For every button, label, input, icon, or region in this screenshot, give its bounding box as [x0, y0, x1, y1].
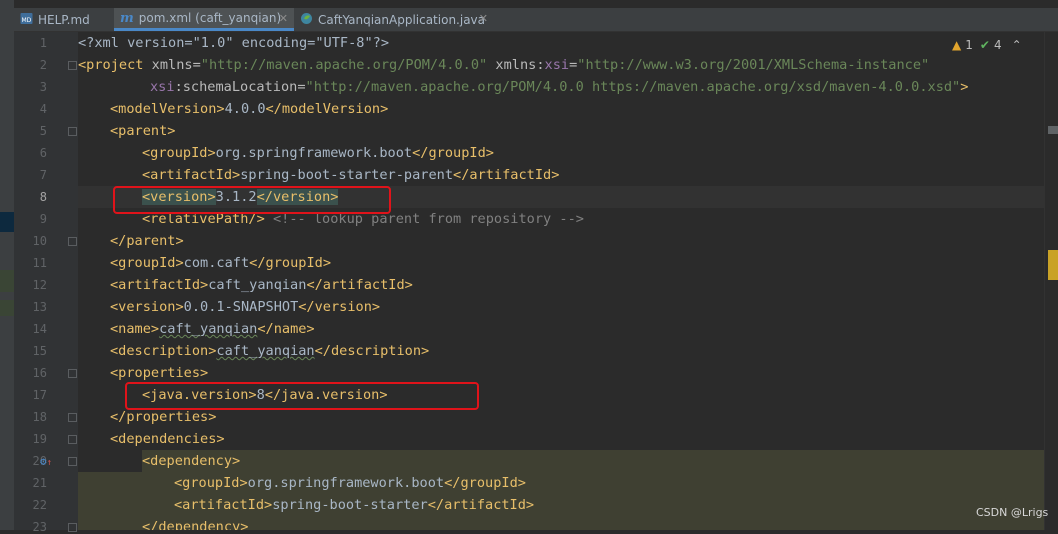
- line-number: 1: [39, 36, 47, 50]
- code-line: <modelVersion>4.0.0</modelVersion>: [110, 101, 389, 117]
- spring-class-icon: [300, 12, 313, 28]
- code-line: <version>0.0.1-SNAPSHOT</version>: [110, 299, 381, 315]
- line-number: 13: [32, 300, 47, 314]
- override-gutter-icon[interactable]: ⚙↑: [40, 455, 52, 468]
- project-panel-edge: [0, 0, 14, 530]
- line-number: 7: [39, 168, 47, 182]
- fold-marker-icon[interactable]: [68, 61, 77, 70]
- code-line: <name>caft_yanqian</name>: [110, 321, 315, 337]
- line-number: 9: [39, 212, 47, 226]
- fold-marker-icon[interactable]: [68, 237, 77, 246]
- line-number: 14: [32, 322, 47, 336]
- code-line: <artifactId>spring-boot-starter-parent</…: [142, 167, 560, 183]
- warning-icon: ▲: [952, 38, 962, 52]
- line-number: 10: [32, 234, 47, 248]
- line-number: 11: [32, 256, 47, 270]
- editor-tab-bar: MD HELP.md m pom.xml (caft_yanqian) ✕ Ca…: [14, 8, 1058, 32]
- code-line: </dependency>: [142, 519, 249, 530]
- line-number: 8: [39, 190, 47, 204]
- chevron-up-icon[interactable]: ⌃: [1012, 38, 1022, 52]
- tab-label: CaftYanqianApplication.java: [318, 12, 486, 27]
- line-number: 21: [32, 476, 47, 490]
- line-number: 16: [32, 366, 47, 380]
- tab-caft-yanqian-application[interactable]: CaftYanqianApplication.java ✕: [294, 8, 494, 31]
- close-icon[interactable]: ✕: [279, 12, 288, 25]
- close-icon[interactable]: ✕: [479, 12, 488, 25]
- code-line: <groupId>com.caft</groupId>: [110, 255, 331, 271]
- markdown-file-icon: MD: [20, 12, 33, 28]
- fold-marker-icon[interactable]: [68, 413, 77, 422]
- inspection-widget[interactable]: ▲ 1 ✔ 4 ⌃: [952, 38, 1022, 52]
- scrollbar-thumb[interactable]: [1048, 250, 1058, 280]
- fold-marker-icon[interactable]: [68, 523, 77, 532]
- project-panel-selection: [0, 212, 14, 232]
- tab-label: HELP.md: [38, 12, 90, 27]
- project-panel-row: [0, 300, 14, 316]
- check-icon: ✔: [979, 38, 990, 52]
- line-number: 5: [39, 124, 47, 138]
- code-line: <dependencies>: [110, 431, 225, 447]
- code-line: </parent>: [110, 233, 184, 249]
- code-line: <artifactId>caft_yanqian</artifactId>: [110, 277, 413, 293]
- line-number: 22: [32, 498, 47, 512]
- line-number: 12: [32, 278, 47, 292]
- scrollbar-mark: [1048, 126, 1058, 134]
- warning-count: 1: [965, 38, 973, 52]
- code-line: <properties>: [110, 365, 209, 381]
- maven-m-icon: m: [120, 10, 134, 26]
- tab-help-md[interactable]: MD HELP.md: [14, 8, 114, 31]
- line-number: 2: [39, 58, 47, 72]
- code-line: <description>caft_yanqian</description>: [110, 343, 430, 359]
- fold-marker-icon[interactable]: [68, 369, 77, 378]
- check-count: 4: [993, 38, 1002, 52]
- svg-text:MD: MD: [22, 17, 32, 24]
- line-number: 19: [32, 432, 47, 446]
- project-panel-row: [0, 270, 14, 292]
- fold-marker-icon[interactable]: [68, 435, 77, 444]
- code-line: <parent>: [110, 123, 176, 139]
- tab-pom-xml[interactable]: m pom.xml (caft_yanqian) ✕: [114, 8, 294, 31]
- code-line: <groupId>org.springframework.boot</group…: [142, 145, 494, 161]
- line-number: 18: [32, 410, 47, 424]
- annotation-box-version: [113, 186, 391, 214]
- line-number: 4: [39, 102, 47, 116]
- code-line: <artifactId>spring-boot-starter</artifac…: [174, 497, 535, 513]
- editor-scrollbar[interactable]: [1044, 32, 1058, 530]
- code-line: <dependency>: [142, 453, 241, 469]
- line-number: 3: [39, 80, 47, 94]
- code-line: <project xmlns="http://maven.apache.org/…: [78, 57, 930, 73]
- line-number: 15: [32, 344, 47, 358]
- code-editor[interactable]: <?xml version="1.0" encoding="UTF-8"?> <…: [78, 32, 1044, 530]
- fold-marker-icon[interactable]: [68, 457, 77, 466]
- code-line: xsi:schemaLocation="http://maven.apache.…: [150, 79, 969, 95]
- annotation-box-java-version: [125, 382, 479, 410]
- dependency-highlight: [78, 472, 142, 530]
- code-line: <groupId>org.springframework.boot</group…: [174, 475, 526, 491]
- watermark: CSDN @Lrigs: [976, 506, 1049, 519]
- fold-marker-icon[interactable]: [68, 127, 77, 136]
- code-line: <?xml version="1.0" encoding="UTF-8"?>: [78, 35, 389, 51]
- line-number: 6: [39, 146, 47, 160]
- line-number: 23: [32, 520, 47, 534]
- line-number: 17: [32, 388, 47, 402]
- tab-label: pom.xml (caft_yanqian): [138, 11, 282, 25]
